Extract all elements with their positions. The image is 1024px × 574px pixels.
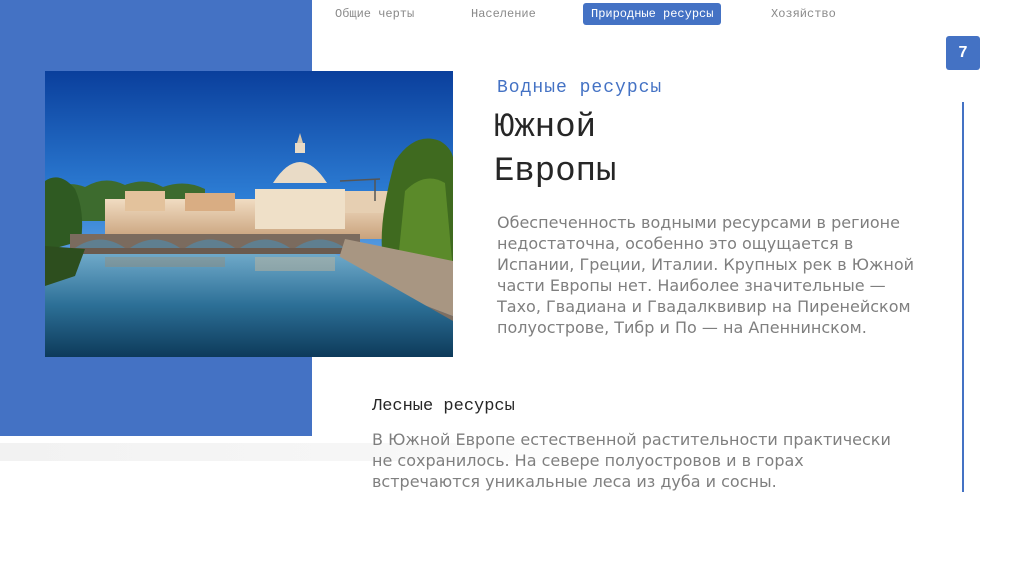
forest-resources-heading: Лесные ресурсы (372, 397, 515, 416)
nav-item-population[interactable]: Население (471, 3, 536, 25)
rome-bridge-photo (45, 71, 453, 357)
top-navigation: Общие черты Население Природные ресурсы … (0, 3, 1024, 27)
nav-item-general[interactable]: Общие черты (335, 3, 414, 25)
vertical-divider-line (962, 102, 964, 492)
forest-resources-text: В Южной Европе естественной растительнос… (372, 430, 891, 491)
page-title-line-1: Южной (494, 109, 597, 147)
page-title: Южной Европы (494, 106, 794, 194)
page-title-line-2: Европы (494, 153, 617, 191)
nav-item-economy[interactable]: Хозяйство (771, 3, 836, 25)
nav-item-natural-resources[interactable]: Природные ресурсы (583, 3, 722, 25)
water-resources-subtitle: Водные ресурсы (497, 78, 663, 98)
page-number-badge: 7 (946, 36, 980, 70)
water-resources-text: Обеспеченность водными ресурсами в регио… (497, 213, 915, 337)
